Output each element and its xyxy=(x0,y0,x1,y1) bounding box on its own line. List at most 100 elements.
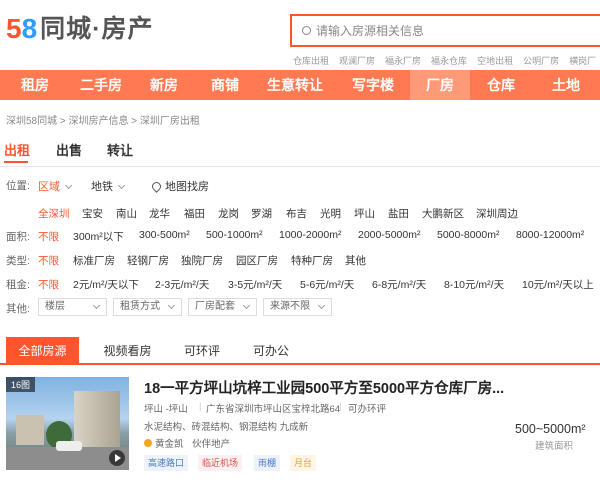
location-area-label: 区域 xyxy=(38,181,60,193)
tab-video-listings[interactable]: 视频看房 xyxy=(90,337,165,365)
rent-option[interactable]: 不限 xyxy=(38,277,59,292)
rent-option[interactable]: 8-10元/m²/天 xyxy=(444,277,504,292)
district-option[interactable]: 宝安 xyxy=(82,206,103,221)
area-option[interactable]: 300m²以下 xyxy=(73,229,124,244)
logo-digit-5: 5 xyxy=(6,13,22,44)
source-dropdown[interactable]: 来源不限 xyxy=(263,298,332,316)
area-option[interactable]: 500-1000m² xyxy=(206,229,263,241)
chevron-down-icon xyxy=(317,301,326,310)
district-option[interactable]: 深圳周边 xyxy=(476,206,518,221)
area-option[interactable]: 8000-12000m² xyxy=(516,229,584,241)
area-option[interactable]: 300-500m² xyxy=(139,229,190,241)
district-option[interactable]: 全深圳 xyxy=(38,206,70,221)
chevron-down-icon xyxy=(167,301,176,310)
floor-dropdown-label: 楼层 xyxy=(45,301,65,312)
type-option[interactable]: 独院厂房 xyxy=(181,253,223,268)
district-option[interactable]: 罗湖 xyxy=(251,206,272,221)
lease-type-dropdown[interactable]: 租赁方式 xyxy=(113,298,182,316)
tab-underline xyxy=(4,161,28,163)
chevron-down-icon xyxy=(64,181,73,190)
search-placeholder: 请输入房源相关信息 xyxy=(316,24,425,38)
district-option[interactable]: 坪山 xyxy=(354,206,375,221)
area-option[interactable]: 1000-2000m² xyxy=(279,229,341,241)
breadcrumb[interactable]: 深圳58同城 > 深圳房产信息 > 深圳厂房出租 xyxy=(6,112,200,127)
rent-option[interactable]: 2-3元/m²/天 xyxy=(155,277,209,292)
video-play-icon[interactable] xyxy=(109,450,125,466)
photo-count-badge: 16图 xyxy=(6,377,36,392)
tab-office-ok[interactable]: 可办公 xyxy=(240,337,302,365)
area-option[interactable]: 不限 xyxy=(38,229,59,244)
agent-icon xyxy=(144,439,152,447)
nav-item-shop[interactable]: 商铺 xyxy=(196,70,254,100)
hot-link[interactable]: 空地出租 xyxy=(477,54,513,67)
chevron-down-icon xyxy=(117,181,126,190)
hot-link[interactable]: 福永仓库 xyxy=(431,54,467,67)
hot-link[interactable]: 仓库出租 xyxy=(293,54,329,67)
district-option[interactable]: 布吉 xyxy=(286,206,307,221)
tab-all-listings[interactable]: 全部房源 xyxy=(6,337,79,365)
search-icon xyxy=(302,26,311,35)
type-option[interactable]: 其他 xyxy=(345,253,366,268)
other-filter-label: 其他: xyxy=(6,303,30,315)
nav-item-factory[interactable]: 厂房 xyxy=(410,70,470,100)
area-option[interactable]: 2000-5000m² xyxy=(358,229,420,241)
area-option[interactable]: 5000-8000m² xyxy=(437,229,499,241)
area-filter-label: 面积: xyxy=(6,231,30,243)
type-option[interactable]: 特种厂房 xyxy=(291,253,333,268)
listing-photo[interactable]: 16图 xyxy=(6,377,129,470)
type-option[interactable]: 不限 xyxy=(38,253,59,268)
location-area-select[interactable]: 区域 xyxy=(38,178,73,194)
tab-sale[interactable]: 出售 xyxy=(56,140,82,159)
nav-item-land[interactable]: 土地 xyxy=(532,70,600,100)
district-option[interactable]: 盐田 xyxy=(388,206,409,221)
listing-structure: 水泥结构、砖混结构、钢混结构 九成新 xyxy=(144,422,309,433)
nav-item-rent[interactable]: 租房 xyxy=(0,70,70,100)
nav-item-new-house[interactable]: 新房 xyxy=(132,70,196,100)
floor-dropdown[interactable]: 楼层 xyxy=(38,298,107,316)
listing-title[interactable]: 18一平方坪山坑梓工业园500平方至5000平方仓库厂房... xyxy=(144,377,504,398)
listing-tag: 月台 xyxy=(290,455,317,471)
type-option[interactable]: 园区厂房 xyxy=(236,253,278,268)
type-filter-label: 类型: xyxy=(6,255,30,267)
logo[interactable]: 5 8 同城·房产 xyxy=(6,14,153,44)
tab-rent[interactable]: 出租 xyxy=(4,140,30,159)
listing-tag: 高速路口 xyxy=(144,455,189,471)
location-label: 位置: xyxy=(6,180,30,192)
rent-option[interactable]: 6-8元/m²/天 xyxy=(372,277,426,292)
listing-district: 坪山 -坪山 xyxy=(144,404,188,415)
rent-filter-label: 租金: xyxy=(6,279,30,291)
agent-name[interactable]: 黄金凯 xyxy=(155,439,184,450)
hot-link[interactable]: 福永厂房 xyxy=(385,54,421,67)
nav-item-warehouse[interactable]: 仓库 xyxy=(470,70,532,100)
hot-link[interactable]: 公明厂房 xyxy=(523,54,559,67)
header: 5 8 同城·房产 请输入房源相关信息 仓库出租 观澜厂房 福永厂房 福永仓库 … xyxy=(0,0,600,70)
rent-option[interactable]: 5-6元/m²/天 xyxy=(300,277,354,292)
rent-option[interactable]: 3-5元/m²/天 xyxy=(228,277,282,292)
search-input[interactable]: 请输入房源相关信息 xyxy=(290,14,600,47)
type-option[interactable]: 轻钢厂房 xyxy=(127,253,169,268)
tab-eia-ok[interactable]: 可环评 xyxy=(172,337,232,365)
map-search-link[interactable]: 地图找房 xyxy=(150,178,209,194)
photo-car xyxy=(56,441,82,451)
listing-eia: 可办环评 xyxy=(348,404,387,415)
location-subway-select[interactable]: 地铁 xyxy=(91,178,126,194)
hot-link[interactable]: 横岗厂 xyxy=(569,54,596,67)
district-option[interactable]: 大鹏新区 xyxy=(422,206,464,221)
district-option[interactable]: 光明 xyxy=(320,206,341,221)
type-option[interactable]: 标准厂房 xyxy=(73,253,115,268)
nav-item-business-transfer[interactable]: 生意转让 xyxy=(254,70,336,100)
list-tabs: 全部房源 视频看房 可环评 可办公 xyxy=(0,337,600,365)
hot-link[interactable]: 观澜厂房 xyxy=(339,54,375,67)
nav-item-second-hand[interactable]: 二手房 xyxy=(70,70,132,100)
meta-separator: | xyxy=(339,401,342,412)
tab-transfer[interactable]: 转让 xyxy=(107,140,133,159)
facilities-dropdown[interactable]: 厂房配套 xyxy=(188,298,257,316)
rent-option[interactable]: 2元/m²/天以下 xyxy=(73,277,139,292)
district-option[interactable]: 福田 xyxy=(184,206,205,221)
district-option[interactable]: 南山 xyxy=(116,206,137,221)
rent-option[interactable]: 10元/m²/天以上 xyxy=(522,277,594,292)
listing-area-label: 建筑面积 xyxy=(535,441,574,452)
district-option[interactable]: 龙岗 xyxy=(218,206,239,221)
nav-item-office[interactable]: 写字楼 xyxy=(336,70,410,100)
district-option[interactable]: 龙华 xyxy=(149,206,170,221)
